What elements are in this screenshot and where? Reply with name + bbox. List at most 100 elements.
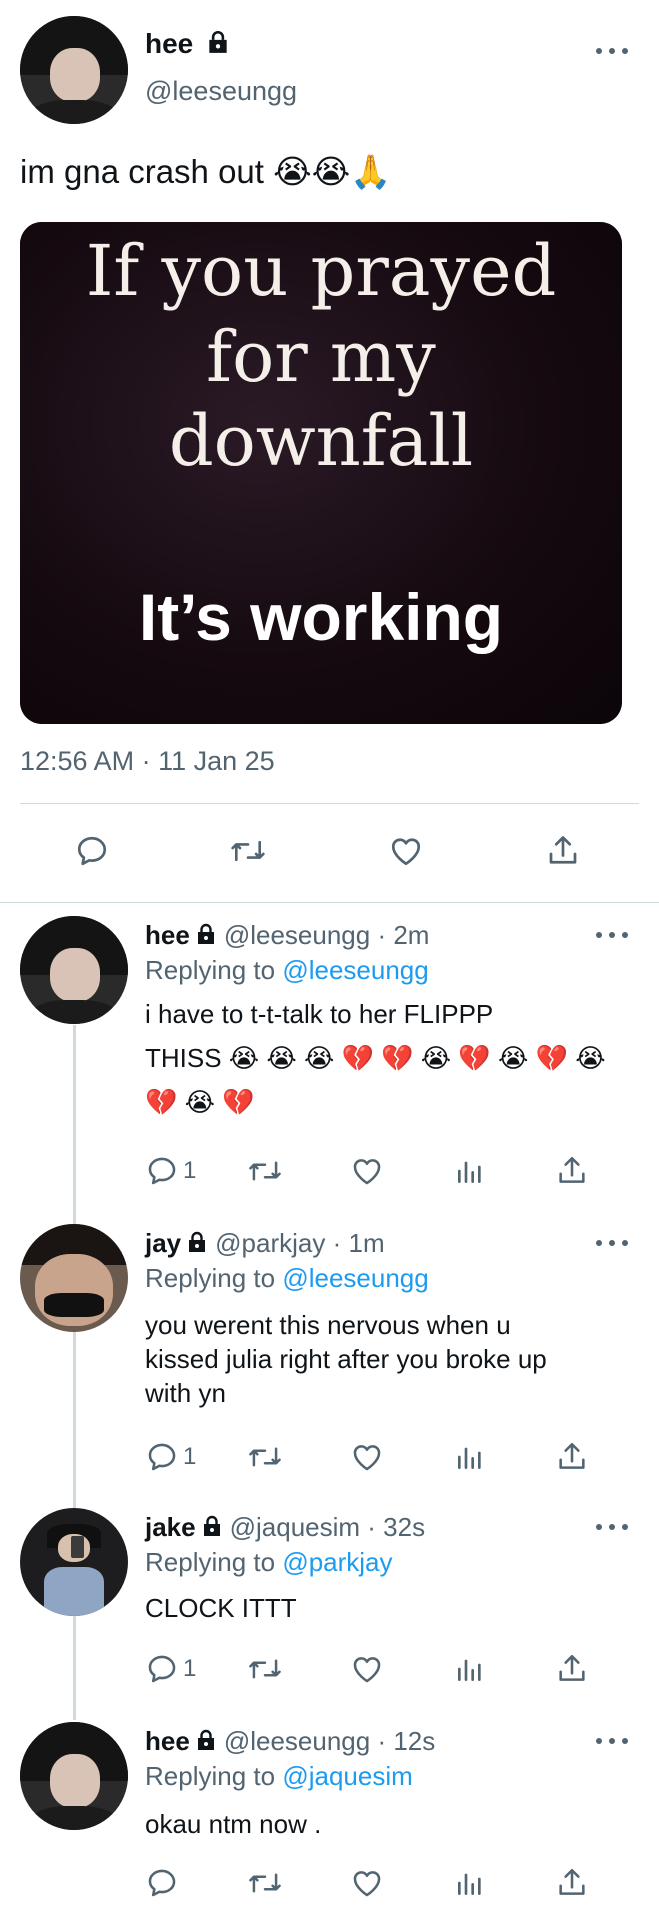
reply-count: 1 [183,1443,197,1470]
author-handle[interactable]: @jaquesim [230,1512,360,1542]
replying-to: Replying to @parkjay [145,1547,393,1577]
retweet-icon [249,1873,281,1893]
replying-to: Replying to @jaquesim [145,1761,413,1791]
replying-to-mention[interactable]: @jaquesim [282,1761,412,1791]
analytics-icon [458,1873,481,1895]
like-icon [353,1445,381,1471]
tweet-image[interactable]: If you prayed for my downfall It’s worki… [20,222,622,724]
reply-icon [77,836,107,866]
more-icon[interactable] [596,930,628,940]
image-text-line-3: downfall [168,400,474,482]
author-name[interactable]: jay [145,1228,181,1258]
image-text-line-2: for my [206,316,436,398]
retweet-icon [249,1447,281,1467]
analytics-button[interactable] [454,1154,486,1188]
share-icon [549,836,577,864]
analytics-icon [458,1447,481,1469]
retweet-button[interactable] [247,1652,283,1686]
analytics-icon [458,1161,481,1183]
more-icon[interactable] [596,1238,628,1248]
reply-button[interactable] [145,1866,179,1900]
reply-time[interactable]: · 2m [377,920,429,950]
reply-button[interactable] [74,833,110,869]
analytics-button[interactable] [454,1440,486,1474]
reply-button[interactable]: 1 [145,1154,196,1188]
like-icon [353,1871,381,1897]
avatar-jake[interactable] [20,1508,128,1616]
lock-icon [194,1728,218,1759]
share-button[interactable] [555,1440,589,1474]
retweet-icon [249,1161,281,1181]
reply-count: 1 [183,1655,197,1682]
replying-to-mention[interactable]: @parkjay [282,1547,392,1577]
like-button[interactable] [387,833,425,869]
share-icon [559,1868,585,1895]
share-button[interactable] [545,833,581,869]
like-button[interactable] [350,1154,384,1188]
analytics-button[interactable] [454,1866,486,1900]
image-text-line-1: If you prayed [85,230,557,312]
reply-button[interactable]: 1 [145,1440,196,1474]
avatar-jay[interactable] [20,1224,128,1332]
divider [20,803,639,804]
retweet-button[interactable] [229,833,267,869]
reply-count: 1 [183,1157,197,1184]
tweet-text: im gna crash out 😭😭🙏 [20,153,392,190]
lock-icon [200,1514,224,1545]
reply-header: hee @leeseungg · 2m [145,920,429,953]
reply-text: i have to t-t-talk to her FLIPPP THISS 😭… [145,999,606,1117]
like-button[interactable] [350,1440,384,1474]
share-button[interactable] [555,1154,589,1188]
reply-text: you werent this nervous when u kissed ju… [145,1310,547,1408]
lock-icon [205,29,231,62]
retweet-icon [249,1659,281,1679]
like-icon [353,1657,381,1683]
like-icon [353,1159,381,1185]
reply-time[interactable]: · 12s [377,1726,435,1756]
author-handle[interactable]: @leeseungg [224,1726,370,1756]
avatar-hee[interactable] [20,916,128,1024]
tweet-timestamp[interactable]: 12:56 AM · 11 Jan 25 [20,746,275,777]
replying-to-mention[interactable]: @leeseungg [282,955,428,985]
replying-to-mention[interactable]: @leeseungg [282,1263,428,1293]
author-name[interactable]: hee [145,28,237,62]
reply-text: okau ntm now . [145,1809,322,1839]
author-handle[interactable]: @parkjay [215,1228,325,1258]
author-name[interactable]: hee [145,920,190,950]
like-button[interactable] [350,1652,384,1686]
reply-icon [148,1655,176,1683]
replying-to: Replying to @leeseungg [145,1263,429,1293]
reply-icon [148,1869,176,1897]
author-handle[interactable]: @leeseungg [145,76,297,107]
reply-button[interactable]: 1 [145,1652,196,1686]
retweet-button[interactable] [247,1440,283,1474]
retweet-icon [231,840,265,862]
lock-icon [185,1230,209,1261]
replying-to: Replying to @leeseungg [145,955,429,985]
analytics-button[interactable] [454,1652,486,1686]
avatar-hee[interactable] [20,1722,128,1830]
divider [0,902,659,903]
retweet-button[interactable] [247,1154,283,1188]
author-name[interactable]: jake [145,1512,196,1542]
reply-time[interactable]: · 32s [367,1512,425,1542]
image-text-line-4: It’s working [138,580,504,654]
reply-icon [148,1443,176,1471]
share-button[interactable] [555,1866,589,1900]
like-icon [391,838,421,866]
share-icon [559,1442,585,1469]
reply-icon [148,1157,176,1185]
share-button[interactable] [555,1652,589,1686]
more-icon[interactable] [596,46,628,56]
analytics-icon [458,1659,481,1681]
retweet-button[interactable] [247,1866,283,1900]
author-name[interactable]: hee [145,1726,190,1756]
reply-header: hee @leeseungg · 12s [145,1726,435,1759]
author-handle[interactable]: @leeseungg [224,920,370,950]
reply-time[interactable]: · 1m [333,1228,385,1258]
more-icon[interactable] [596,1522,628,1532]
reply-header: jake @jaquesim · 32s [145,1512,425,1545]
more-icon[interactable] [596,1736,628,1746]
like-button[interactable] [350,1866,384,1900]
avatar-hee[interactable] [20,16,128,124]
